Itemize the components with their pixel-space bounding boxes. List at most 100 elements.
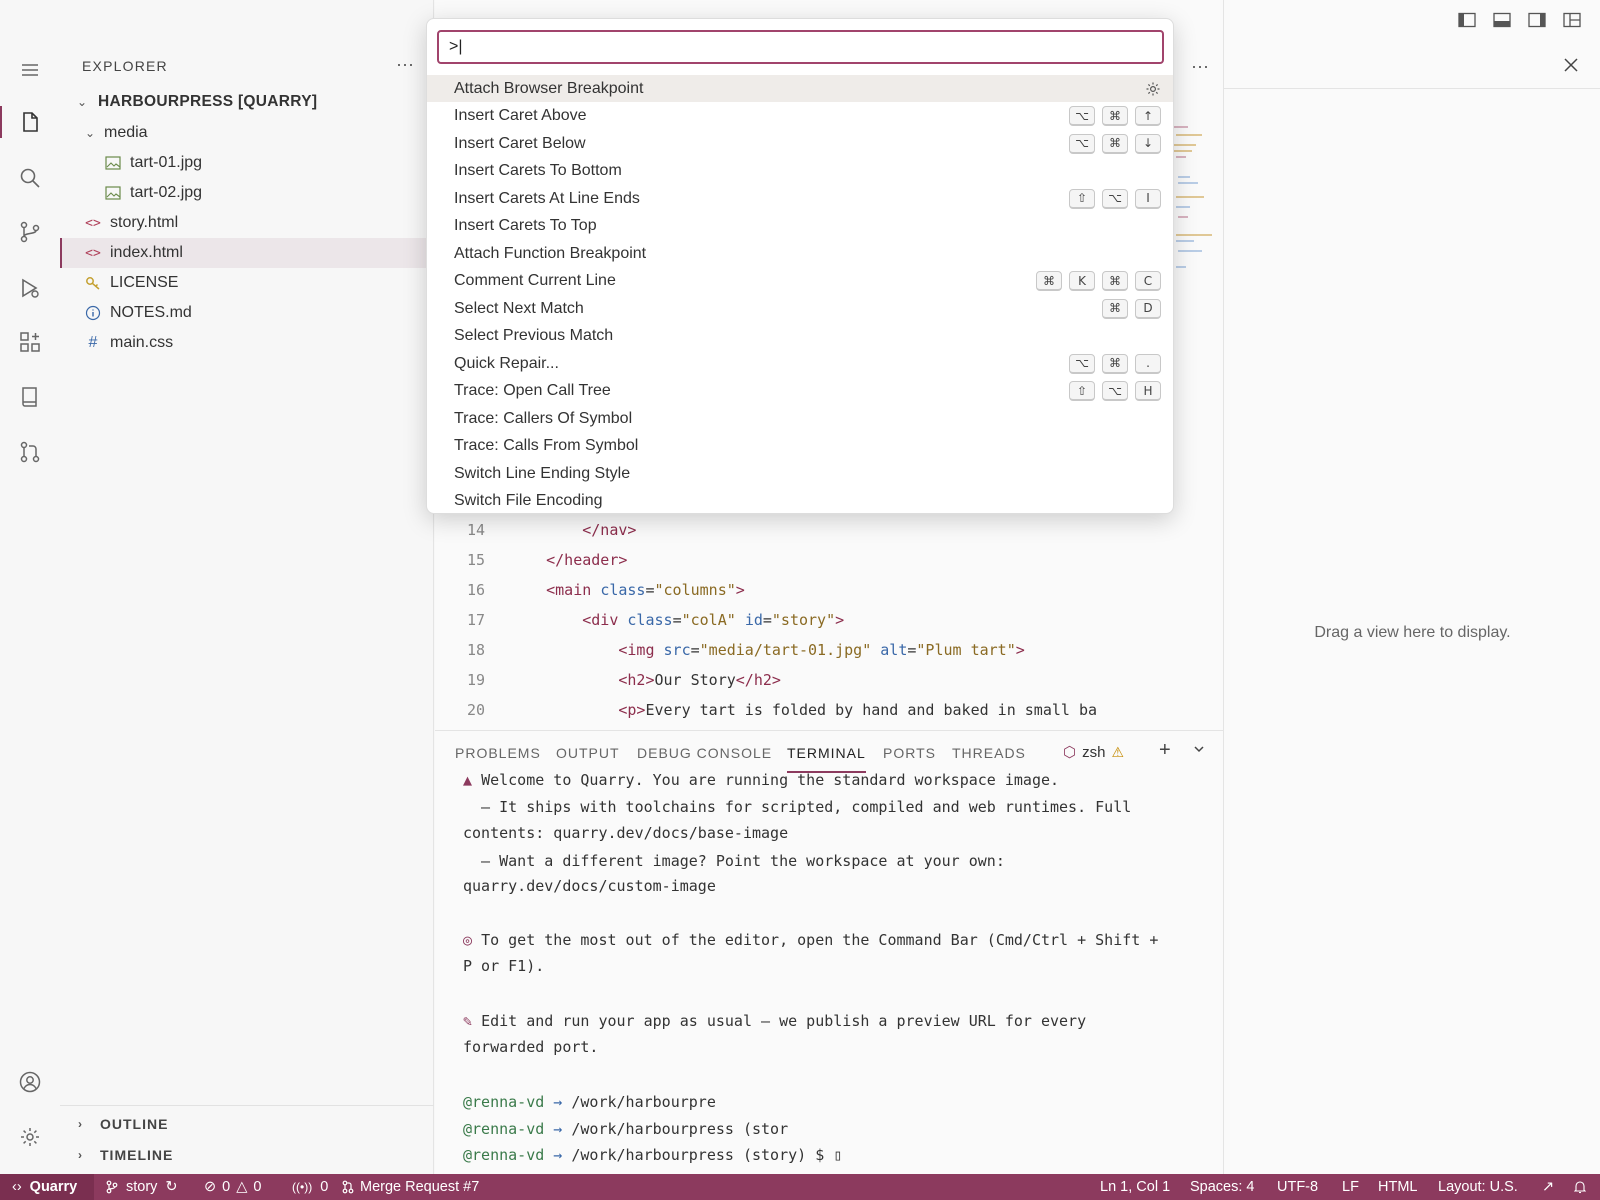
keycap: ↓ — [1135, 133, 1161, 154]
command-label: Quick Repair... — [454, 354, 559, 372]
ports-indicator[interactable]: ((•)) 0 — [292, 1174, 328, 1200]
toggle-primary-sidebar-icon[interactable] — [1458, 12, 1478, 32]
tree-item-media[interactable]: ⌄ media — [60, 118, 434, 148]
terminal-line: P or F1). — [463, 957, 545, 975]
code-token: Our Story — [654, 671, 736, 689]
run-debug-icon[interactable] — [0, 268, 60, 308]
terminal-prompt: @renna-vd → /work/harbourpre — [463, 1093, 716, 1111]
divider — [60, 1105, 434, 1106]
close-icon[interactable] — [1564, 58, 1578, 72]
command-label: Insert Carets At Line Ends — [454, 189, 640, 207]
command-label: Insert Carets To Top — [454, 217, 597, 234]
book-icon[interactable] — [0, 377, 60, 417]
command-item[interactable]: Switch Line Ending Style — [427, 460, 1173, 487]
search-icon[interactable] — [0, 158, 60, 198]
pull-request-icon[interactable] — [0, 432, 60, 472]
problems-indicator[interactable]: ⊘ 0 △ 0 — [204, 1174, 261, 1200]
workspace-root[interactable]: ⌄ HARBOURPRESS [QUARRY] — [60, 87, 434, 117]
chevron-down-icon: ⌄ — [76, 95, 88, 109]
terminal-prompt[interactable]: @renna-vd → /work/harbourpress (story) $… — [463, 1142, 842, 1164]
command-item[interactable]: Switch File Encoding — [427, 488, 1173, 515]
prompt-user: @renna-vd — [463, 1146, 545, 1164]
extensions-icon[interactable] — [0, 322, 60, 362]
indentation[interactable]: Spaces: 4 — [1190, 1174, 1255, 1200]
source-control-icon[interactable] — [0, 212, 60, 252]
remote-indicator[interactable]: ‹› Quarry — [0, 1174, 94, 1200]
keycap: ⌥ — [1102, 188, 1128, 209]
command-label: Trace: Calls From Symbol — [454, 437, 639, 454]
code-token: > — [835, 611, 845, 629]
terminal-cursor: ▯ — [833, 1146, 843, 1164]
account-icon[interactable] — [0, 1062, 60, 1102]
command-item[interactable]: Select Next Match ⌘ D — [427, 295, 1173, 322]
merge-request-indicator[interactable]: Merge Request #7 — [342, 1174, 479, 1200]
keyboard-layout[interactable]: Layout: U.S. — [1438, 1174, 1518, 1200]
customize-layout-icon[interactable] — [1563, 12, 1583, 32]
menu-icon[interactable] — [0, 50, 60, 90]
cursor-position[interactable]: Ln 1, Col 1 — [1100, 1174, 1170, 1200]
command-item[interactable]: Select Previous Match — [427, 323, 1173, 350]
outline-section[interactable]: › OUTLINE — [60, 1109, 434, 1139]
command-item[interactable]: Trace: Calls From Symbol — [427, 433, 1173, 460]
toggle-panel-icon[interactable] — [1493, 12, 1513, 32]
command-palette-input[interactable] — [437, 30, 1164, 64]
tree-item-license[interactable]: LICENSE — [60, 268, 434, 298]
command-item[interactable]: Insert Caret Below ⌥ ⌘ ↓ — [427, 130, 1173, 157]
code-token: "media/tart-01.jpg" — [699, 641, 872, 659]
tree-item-main-css[interactable]: # main.css — [60, 328, 434, 358]
command-item[interactable]: Comment Current Line ⌘ K ⌘ C — [427, 268, 1173, 295]
command-item[interactable]: Attach Function Breakpoint — [427, 240, 1173, 267]
sidebar-more-actions[interactable]: ··· — [396, 54, 414, 75]
keycap: ⌥ — [1069, 353, 1095, 374]
line-number: 18 — [466, 641, 485, 659]
settings-gear-icon[interactable] — [0, 1117, 60, 1157]
keybinding: ⌥ ⌘ ↑ — [1069, 106, 1161, 126]
explorer-icon[interactable] — [0, 102, 60, 142]
terminal-line: — Want a different image? Point the work… — [463, 852, 1005, 870]
tree-item-tart-01[interactable]: tart-01.jpg — [60, 148, 434, 178]
new-terminal-plus-icon[interactable]: + — [1159, 739, 1171, 762]
code-token: <div — [582, 611, 628, 629]
command-item[interactable]: Attach Browser Breakpoint — [427, 75, 1173, 102]
code-token: = — [645, 581, 655, 599]
timeline-section[interactable]: › TIMELINE — [60, 1140, 434, 1170]
share-icon[interactable]: ↗ — [1542, 1174, 1554, 1200]
chevron-right-icon: › — [78, 1117, 83, 1131]
command-item[interactable]: Insert Carets To Bottom — [427, 158, 1173, 185]
branch-indicator[interactable]: story ↻ — [106, 1174, 178, 1200]
encoding[interactable]: UTF-8 — [1277, 1174, 1318, 1200]
command-item[interactable]: Insert Carets At Line Ends ⇧ ⌥ I — [427, 185, 1173, 212]
terminal-tip: To get the most out of the editor, open … — [481, 931, 1159, 949]
language-mode[interactable]: HTML — [1378, 1174, 1417, 1200]
code-token: src — [663, 641, 691, 659]
code-line: 16 <main class = "columns" > — [435, 575, 1223, 605]
notifications-bell-icon[interactable] — [1574, 1174, 1586, 1200]
command-item[interactable]: Quick Repair... ⌥ ⌘. — [427, 350, 1173, 377]
code-token: class — [627, 611, 673, 629]
tree-item-label: tart-02.jpg — [130, 184, 203, 201]
command-label: Select Next Match — [454, 299, 584, 317]
command-item[interactable]: Trace: Open Call Tree ⇧ ⌥ H — [427, 378, 1173, 405]
tree-item-story-html[interactable]: <> story.html — [60, 208, 434, 238]
minimap[interactable] — [1172, 120, 1212, 280]
configure-gear-icon[interactable] — [1145, 81, 1161, 97]
keycap: ⌘ — [1102, 133, 1128, 154]
command-item[interactable]: Trace: Callers Of Symbol — [427, 405, 1173, 432]
shell-selector[interactable]: ⬡ zsh ⚠ — [1063, 743, 1124, 762]
key-icon — [84, 276, 102, 290]
tree-item-notes-md[interactable]: NOTES.md — [60, 298, 434, 328]
terminal-line: contents: quarry.dev/docs/base-image — [463, 824, 789, 842]
command-item[interactable]: Insert Carets To Top — [427, 213, 1173, 240]
tree-item-index-html[interactable]: <> index.html — [60, 238, 434, 268]
end-of-line[interactable]: LF — [1342, 1174, 1359, 1200]
command-item[interactable]: Insert Caret Above ⌥ ⌘ ↑ — [427, 103, 1173, 130]
tree-item-label: main.css — [110, 334, 174, 351]
code-token: "colA" — [681, 611, 736, 629]
error-icon: ⊘ — [204, 1179, 217, 1195]
chevron-down-icon[interactable] — [1193, 743, 1205, 755]
editor-more-actions[interactable]: ··· — [1191, 56, 1209, 77]
tree-item-tart-02[interactable]: tart-02.jpg — [60, 178, 434, 208]
toggle-secondary-sidebar-icon[interactable] — [1528, 12, 1548, 32]
tree-item-label: NOTES.md — [110, 304, 192, 321]
